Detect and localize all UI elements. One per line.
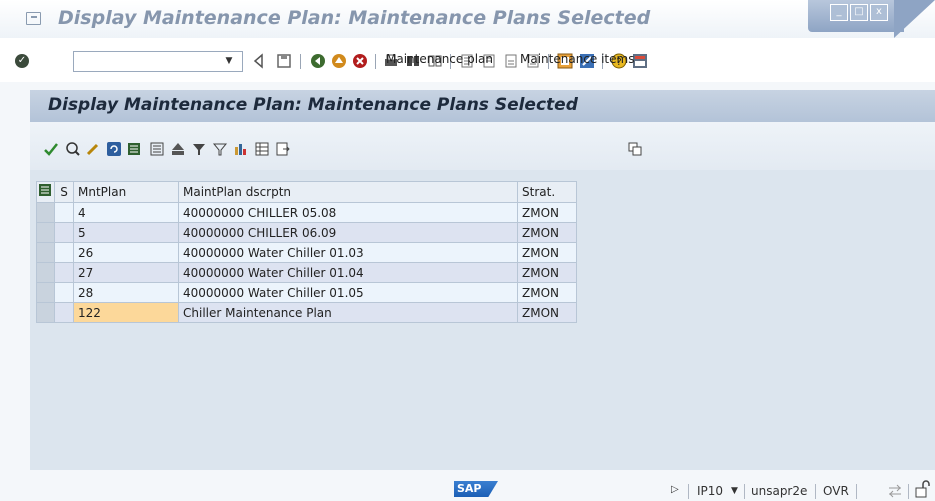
table-row[interactable]: 28 40000000 Water Chiller 01.05 ZMON [36,282,577,303]
maintenance-items-button[interactable]: Maintenance items [520,52,634,66]
maximize-button[interactable]: □ [850,4,868,21]
chevron-down-icon[interactable]: ▼ [220,52,238,71]
window-title: Display Maintenance Plan: Maintenance Pl… [58,7,651,29]
shortcut-sync-icon[interactable] [887,483,903,499]
strategy-cell[interactable]: ZMON [517,242,577,263]
sort-icon[interactable] [233,141,249,157]
row-selector[interactable] [36,262,55,283]
column-header-strategy[interactable]: Strat. [517,181,577,203]
select-all-cell[interactable] [36,181,55,203]
save-icon[interactable] [276,53,292,69]
back-icon[interactable] [310,53,326,69]
table-icon[interactable] [254,141,270,157]
chevron-down-icon[interactable]: ▼ [731,486,738,496]
copy-icon[interactable] [627,141,643,157]
next-page-icon[interactable] [503,53,519,69]
row-selector[interactable] [36,222,55,243]
details-icon[interactable] [126,141,142,157]
server-name: unsapr2e [751,484,808,498]
system-id[interactable]: IP10 [697,484,723,498]
play-icon[interactable]: ▷ [671,484,679,495]
print-preview-icon[interactable] [170,141,186,157]
menu-icon[interactable] [26,12,41,25]
row-s-cell [54,242,74,263]
application-toolbar [30,122,935,170]
enter-icon[interactable]: ✓ [15,54,29,68]
strategy-cell[interactable]: ZMON [517,262,577,283]
row-selector[interactable] [36,302,55,323]
maintenance-plans-table: S MntPlan MaintPlan dscrptn Strat. 4 400… [36,181,577,323]
column-header-description[interactable]: MaintPlan dscrptn [178,181,518,203]
table-row[interactable]: 4 40000000 CHILLER 05.08 ZMON [36,202,577,223]
export-icon[interactable] [275,141,291,157]
window-title-bar: Display Maintenance Plan: Maintenance Pl… [0,0,935,38]
table-row[interactable]: 27 40000000 Water Chiller 01.04 ZMON [36,262,577,283]
insert-mode[interactable]: OVR [823,484,849,498]
mntplan-cell[interactable]: 4 [73,202,179,223]
description-cell[interactable]: Chiller Maintenance Plan [178,302,518,323]
description-cell[interactable]: 40000000 Water Chiller 01.05 [178,282,518,303]
row-s-cell [54,222,74,243]
row-s-cell [54,262,74,283]
row-s-cell [54,302,74,323]
strategy-cell[interactable]: ZMON [517,222,577,243]
close-button[interactable]: x [870,4,888,21]
screen-title: Display Maintenance Plan: Maintenance Pl… [48,95,578,115]
table-row[interactable]: 26 40000000 Water Chiller 01.03 ZMON [36,242,577,263]
filter-icon[interactable] [191,141,207,157]
refresh-icon[interactable] [106,141,122,157]
cancel-icon[interactable] [352,53,368,69]
check-icon[interactable] [43,141,59,157]
description-cell[interactable]: 40000000 Water Chiller 01.03 [178,242,518,263]
table-row[interactable]: 122 Chiller Maintenance Plan ZMON [36,302,577,323]
strategy-cell[interactable]: ZMON [517,302,577,323]
edit-icon[interactable] [85,141,101,157]
lock-icon[interactable] [914,480,930,498]
strategy-cell[interactable]: ZMON [517,282,577,303]
row-s-cell [54,282,74,303]
row-selector[interactable] [36,282,55,303]
search-icon[interactable] [65,141,81,157]
mntplan-cell[interactable]: 27 [73,262,179,283]
description-cell[interactable]: 40000000 Water Chiller 01.04 [178,262,518,283]
mntplan-cell[interactable]: 26 [73,242,179,263]
description-cell[interactable]: 40000000 CHILLER 06.09 [178,222,518,243]
row-selector[interactable] [36,242,55,263]
mntplan-cell[interactable]: 28 [73,282,179,303]
column-header-mntplan[interactable]: MntPlan [73,181,179,203]
maintenance-plan-button[interactable]: Maintenance plan [386,52,493,66]
select-all-icon[interactable] [37,182,54,199]
description-cell[interactable]: 40000000 CHILLER 05.08 [178,202,518,223]
mntplan-cell-focused[interactable]: 122 [73,302,179,323]
table-header-row: S MntPlan MaintPlan dscrptn Strat. [36,181,577,203]
strategy-cell[interactable]: ZMON [517,202,577,223]
list-icon[interactable] [149,141,165,157]
row-s-cell [54,202,74,223]
window-controls: _ □ x [808,0,935,38]
screen-header: Display Maintenance Plan: Maintenance Pl… [30,90,935,122]
mntplan-cell[interactable]: 5 [73,222,179,243]
exit-icon[interactable] [331,53,347,69]
row-selector[interactable] [36,202,55,223]
minimize-button[interactable]: _ [830,4,848,21]
filter-outline-icon[interactable] [212,141,228,157]
command-field[interactable] [73,51,243,72]
column-header-s[interactable]: S [54,181,74,203]
back-arrow-icon[interactable] [251,53,267,69]
table-row[interactable]: 5 40000000 CHILLER 06.09 ZMON [36,222,577,243]
